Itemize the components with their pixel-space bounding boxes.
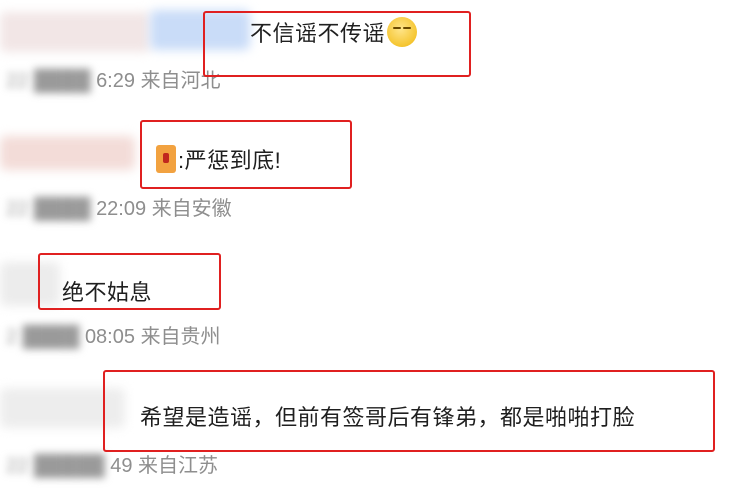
comment-meta-3: 2 ████ 08:05 来自贵州 bbox=[6, 320, 221, 349]
comment-time-4: 49 bbox=[110, 455, 133, 477]
comment-location-2: 来自安徽 bbox=[151, 198, 232, 220]
blurred-date-3b: ████ bbox=[22, 326, 80, 348]
comment-meta-1: 22 ████ 6:29 来自河北 bbox=[6, 64, 221, 93]
comment-time-1: 6:29 bbox=[96, 70, 135, 92]
blurred-date-2b: ████ bbox=[33, 198, 91, 220]
comment-location-3: 来自贵州 bbox=[140, 326, 221, 348]
comment-meta-2: 22 ████ 22:09 来自安徽 bbox=[6, 192, 232, 221]
highlight-box-2 bbox=[140, 120, 352, 189]
blurred-date-3: 2 bbox=[6, 326, 18, 348]
blurred-date-1: 22 bbox=[6, 70, 29, 92]
blurred-username-1 bbox=[0, 12, 150, 52]
comment-location-4: 来自江苏 bbox=[138, 455, 219, 477]
comment-time-2: 22:09 bbox=[96, 198, 147, 220]
blurred-date-2: 22 bbox=[6, 198, 29, 220]
blurred-date-4: 22 bbox=[6, 455, 29, 477]
highlight-box-1 bbox=[203, 11, 471, 77]
comment-time-3: 08:05 bbox=[84, 326, 135, 348]
comment-meta-4: 22 █████ 49 来自江苏 bbox=[6, 449, 218, 478]
highlight-box-3 bbox=[38, 253, 221, 310]
blurred-date-4b: █████ bbox=[33, 455, 105, 477]
blurred-username-2 bbox=[0, 136, 135, 170]
highlight-box-4 bbox=[103, 370, 715, 452]
blurred-date-1b: ████ bbox=[33, 70, 91, 92]
